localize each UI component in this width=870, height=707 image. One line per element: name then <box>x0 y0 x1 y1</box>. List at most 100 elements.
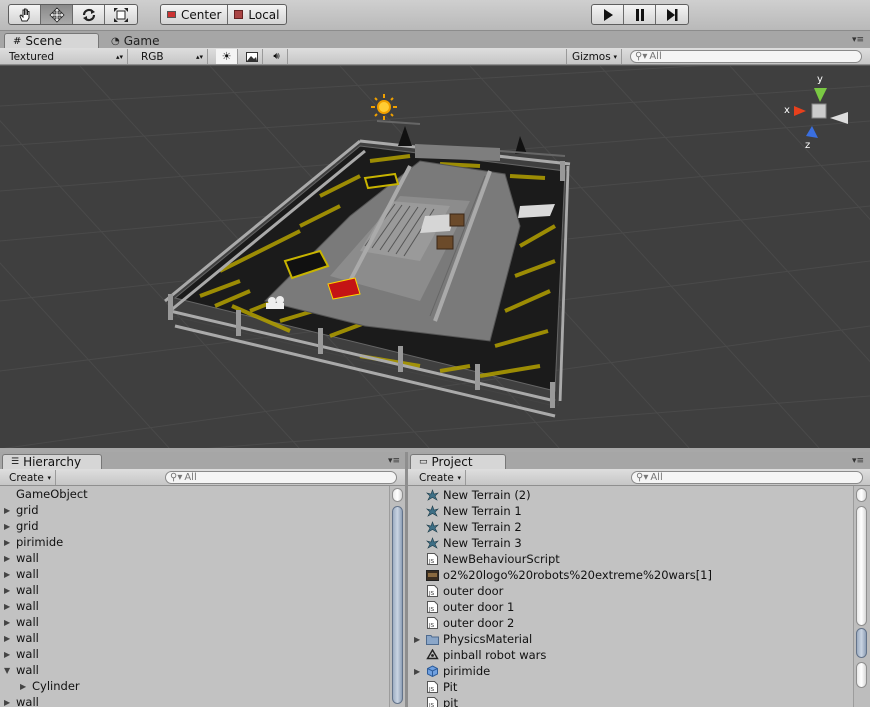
scroll-up-cap[interactable] <box>392 488 403 502</box>
hierarchy-row[interactable]: ▶ wall <box>4 614 39 630</box>
gizmos-dropdown[interactable]: Gizmos ▾ <box>566 49 622 64</box>
hierarchy-row-label: GameObject <box>16 487 88 501</box>
hierarchy-row-label: Cylinder <box>32 679 80 693</box>
project-row[interactable]: New Terrain 1 <box>414 503 522 519</box>
tab-project[interactable]: ▭ Project <box>410 454 506 469</box>
color-mode-dropdown[interactable]: RGB ▴▾ <box>136 49 208 64</box>
hierarchy-create-label: Create <box>9 471 44 484</box>
tab-game[interactable]: ◔ Game <box>102 33 182 48</box>
project-scrollbar[interactable] <box>853 486 870 707</box>
fold-right-icon[interactable]: ▶ <box>4 586 16 595</box>
hierarchy-row[interactable]: ▶ wall <box>4 630 39 646</box>
gizmos-label: Gizmos <box>572 50 611 63</box>
chevron-down-icon: ▾ <box>613 52 617 61</box>
hierarchy-row[interactable]: GameObject <box>4 486 88 502</box>
tab-hierarchy-label: Hierarchy <box>23 455 82 469</box>
chevron-down-icon: ▾ <box>457 473 461 482</box>
hierarchy-row[interactable]: ▶ wall <box>4 550 39 566</box>
scene-audio-toggle[interactable]: 🔊︎ <box>266 49 288 64</box>
hierarchy-row[interactable]: ▶ grid <box>4 518 39 534</box>
axis-x-label: x <box>784 105 790 116</box>
scroll-track-upper[interactable] <box>856 506 867 626</box>
fold-right-icon[interactable]: ▶ <box>4 554 16 563</box>
rotate-tool-button[interactable] <box>73 5 105 24</box>
project-search-input[interactable]: ⚲▾ All <box>631 471 863 484</box>
fold-right-icon[interactable]: ▶ <box>4 634 16 643</box>
scene-search-input[interactable]: ⚲▾ All <box>630 50 862 63</box>
move-tool-button[interactable] <box>41 5 73 24</box>
project-row-label: NewBehaviourScript <box>443 552 560 566</box>
fold-right-icon[interactable]: ▶ <box>4 650 16 659</box>
scroll-track-lower[interactable] <box>856 662 867 688</box>
hand-tool-button[interactable] <box>9 5 41 24</box>
fold-right-icon[interactable]: ▶ <box>4 522 16 531</box>
texture-icon <box>426 569 439 581</box>
fold-right-icon[interactable]: ▶ <box>4 698 16 707</box>
search-icon: ⚲▾ <box>170 472 183 483</box>
scene-view[interactable]: y x z <box>0 65 870 448</box>
project-create-dropdown[interactable]: Create ▾ <box>414 470 466 485</box>
scene-lighting-toggle[interactable]: ☀ <box>216 49 238 64</box>
terrain-icon <box>426 537 439 549</box>
fold-right-icon[interactable]: ▶ <box>4 570 16 579</box>
project-row[interactable]: o2%20logo%20robots%20extreme%20wars[1] <box>414 567 712 583</box>
project-row-label: New Terrain (2) <box>443 488 531 502</box>
project-row-label: outer door 1 <box>443 600 515 614</box>
project-row[interactable]: JS outer door <box>414 583 503 599</box>
hierarchy-row[interactable]: ▶ wall <box>4 694 39 707</box>
search-icon: ⚲▾ <box>636 472 649 483</box>
scale-tool-button[interactable] <box>105 5 137 24</box>
fold-right-icon[interactable]: ▶ <box>4 618 16 627</box>
project-row[interactable]: ▶ pirimide <box>414 663 490 679</box>
play-button[interactable] <box>592 5 624 24</box>
hierarchy-row[interactable]: ▶ wall <box>4 582 39 598</box>
hierarchy-row[interactable]: ▶ wall <box>4 646 39 662</box>
hierarchy-row[interactable]: ▶ pirimide <box>4 534 63 550</box>
hierarchy-row[interactable]: ▼ wall <box>4 662 39 678</box>
hierarchy-row[interactable]: ▶ Cylinder <box>20 678 80 694</box>
step-button[interactable] <box>656 5 688 24</box>
project-row[interactable]: pinball robot wars <box>414 647 546 663</box>
hierarchy-row[interactable]: ▶ wall <box>4 566 39 582</box>
project-row[interactable]: JS NewBehaviourScript <box>414 551 560 567</box>
orientation-gizmo[interactable]: y x z <box>784 74 848 151</box>
tab-scene[interactable]: # Scene <box>4 33 99 48</box>
project-row[interactable]: JS outer door 2 <box>414 615 514 631</box>
svg-text:JS: JS <box>428 703 435 707</box>
hierarchy-scroll-thumb[interactable] <box>392 506 403 704</box>
project-row[interactable]: New Terrain 2 <box>414 519 522 535</box>
project-row[interactable]: JS outer door 1 <box>414 599 514 615</box>
hierarchy-search-input[interactable]: ⚲▾ All <box>165 471 397 484</box>
project-row[interactable]: JS Pit <box>414 679 457 695</box>
project-tabbar: ▭ Project ▾≡ <box>408 452 870 469</box>
render-mode-dropdown[interactable]: Textured ▴▾ <box>4 49 128 64</box>
pivot-center-button[interactable]: Center <box>161 5 229 24</box>
hierarchy-row[interactable]: ▶ grid <box>4 502 39 518</box>
fold-right-icon[interactable]: ▶ <box>414 635 426 644</box>
hierarchy-row-label: wall <box>16 599 39 613</box>
panel-menu-icon[interactable]: ▾≡ <box>852 35 864 45</box>
scroll-up-cap[interactable] <box>856 488 867 502</box>
project-row[interactable]: New Terrain (2) <box>414 487 531 503</box>
fold-right-icon[interactable]: ▶ <box>4 506 16 515</box>
hierarchy-create-dropdown[interactable]: Create ▾ <box>4 470 56 485</box>
project-row[interactable]: ▶ PhysicsMaterial <box>414 631 532 647</box>
hierarchy-scrollbar[interactable] <box>389 486 405 707</box>
fold-right-icon[interactable]: ▶ <box>4 538 16 547</box>
hierarchy-row[interactable]: ▶ wall <box>4 598 39 614</box>
pause-button[interactable] <box>624 5 656 24</box>
project-row[interactable]: New Terrain 3 <box>414 535 522 551</box>
panel-menu-icon[interactable]: ▾≡ <box>852 456 864 466</box>
scene-canvas[interactable]: y x z <box>0 66 870 448</box>
tab-hierarchy[interactable]: ☰ Hierarchy <box>2 454 102 469</box>
pivot-label: Center <box>181 7 222 22</box>
panel-menu-icon[interactable]: ▾≡ <box>388 456 400 466</box>
fold-right-icon[interactable]: ▶ <box>414 667 426 676</box>
fold-right-icon[interactable]: ▶ <box>4 602 16 611</box>
scene-overlay-toggle[interactable] <box>241 49 263 64</box>
space-local-button[interactable]: Local <box>228 5 285 24</box>
fold-right-icon[interactable]: ▶ <box>20 682 32 691</box>
fold-down-icon[interactable]: ▼ <box>4 666 16 675</box>
project-scroll-thumb[interactable] <box>856 628 867 658</box>
project-row[interactable]: JS pit <box>414 695 458 707</box>
